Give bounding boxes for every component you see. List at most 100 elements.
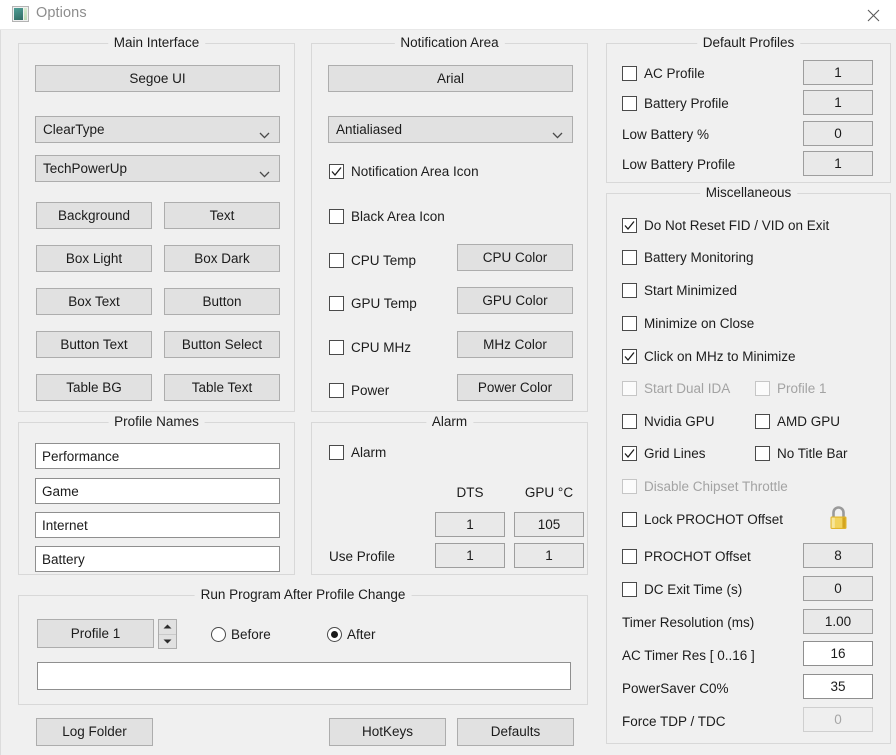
dc-exit-time-value[interactable]: 0 [803, 576, 873, 601]
checkbox-dual-ida-profile: Profile 1 [755, 379, 827, 397]
smoothing-combo[interactable]: Antialiased [328, 116, 573, 143]
checkbox-start-minimized[interactable]: Start Minimized [622, 281, 737, 299]
group-main-interface: Main Interface Segoe UI ClearType TechPo… [18, 35, 295, 412]
checkbox-alarm-enable[interactable]: Alarm [329, 443, 386, 461]
checkbox-ac-profile[interactable]: AC Profile [622, 64, 705, 82]
checkbox-start-dual-ida: Start Dual IDA [622, 379, 730, 397]
timer-resolution-value[interactable]: 1.00 [803, 609, 873, 634]
force-tdp-tdc-value: 0 [803, 707, 873, 732]
radio-label: After [347, 626, 376, 642]
checkbox-dc-exit-time[interactable]: DC Exit Time (s) [622, 580, 742, 598]
run-program-profile-spinner[interactable] [158, 619, 177, 649]
close-icon[interactable] [850, 0, 896, 30]
hotkeys-button[interactable]: HotKeys [329, 718, 446, 746]
checkbox-label: Click on MHz to Minimize [644, 348, 796, 364]
defaults-button[interactable]: Defaults [457, 718, 574, 746]
color-button-text[interactable]: Text [164, 202, 280, 229]
spinner-up-arrow[interactable] [159, 620, 176, 635]
checkbox-box [622, 249, 637, 265]
checkbox-label: No Title Bar [777, 445, 848, 461]
color-button-box-light[interactable]: Box Light [36, 245, 152, 272]
checkbox-label: AMD GPU [777, 413, 841, 429]
mhz-color-button[interactable]: MHz Color [457, 331, 573, 358]
checkbox-box [755, 413, 770, 429]
radio-before[interactable]: Before [211, 625, 271, 643]
low-battery-percent-value[interactable]: 0 [803, 121, 873, 146]
checkbox-nvidia-gpu[interactable]: Nvidia GPU [622, 412, 715, 430]
checkbox-box [622, 511, 637, 527]
checkbox-box [622, 217, 637, 233]
checkbox-battery-monitoring[interactable]: Battery Monitoring [622, 248, 754, 266]
checkbox-battery-profile[interactable]: Battery Profile [622, 94, 729, 112]
run-program-path-input[interactable] [37, 662, 571, 690]
alarm-use-profile-gpu[interactable]: 1 [514, 543, 584, 568]
profile-name-input-1[interactable]: Performance [35, 443, 280, 469]
log-folder-button[interactable]: Log Folder [36, 718, 153, 746]
checkbox-box [622, 478, 637, 494]
cpu-color-button[interactable]: CPU Color [457, 244, 573, 271]
checkbox-label: PROCHOT Offset [644, 548, 751, 564]
checkbox-minimize-on-close[interactable]: Minimize on Close [622, 314, 754, 332]
checkbox-label: AC Profile [644, 65, 705, 81]
checkbox-amd-gpu[interactable]: AMD GPU [755, 412, 840, 430]
alarm-threshold-dts[interactable]: 1 [435, 512, 505, 537]
checkbox-box [622, 445, 637, 461]
group-run-program-after-profile-change: Run Program After Profile Change Profile… [18, 587, 588, 705]
color-button-button[interactable]: Button [164, 288, 280, 315]
color-button-table-text[interactable]: Table Text [164, 374, 280, 401]
checkbox-do-not-reset-fid-vid[interactable]: Do Not Reset FID / VID on Exit [622, 216, 829, 234]
profile-name-input-4[interactable]: Battery [35, 546, 280, 572]
checkbox-label: Battery Profile [644, 95, 729, 111]
title-bar: Options [0, 0, 896, 30]
color-button-button-select[interactable]: Button Select [164, 331, 280, 358]
checkbox-click-on-mhz-to-minimize[interactable]: Click on MHz to Minimize [622, 347, 796, 365]
profile-name-input-3[interactable]: Internet [35, 512, 280, 538]
run-program-profile-button[interactable]: Profile 1 [37, 619, 154, 648]
color-button-background[interactable]: Background [36, 202, 152, 229]
group-legend-notification-area: Notification Area [394, 35, 505, 50]
checkbox-gpu-temp[interactable]: GPU Temp [329, 294, 417, 312]
label-ac-timer-res: AC Timer Res [ 0..16 ] [622, 647, 755, 663]
alarm-use-profile-dts[interactable]: 1 [435, 543, 505, 568]
checkbox-label: Start Minimized [644, 282, 738, 298]
checkbox-prochot-offset[interactable]: PROCHOT Offset [622, 547, 751, 565]
notification-font-button[interactable]: Arial [328, 65, 573, 92]
checkbox-grid-lines[interactable]: Grid Lines [622, 444, 706, 462]
color-button-button-text[interactable]: Button Text [36, 331, 152, 358]
alarm-threshold-gpu[interactable]: 105 [514, 512, 584, 537]
checkbox-notification-area-icon[interactable]: Notification Area Icon [329, 162, 479, 180]
low-battery-profile-value[interactable]: 1 [803, 151, 873, 176]
checkbox-power[interactable]: Power [329, 381, 389, 399]
alarm-column-header-gpu: GPU °C [524, 484, 574, 500]
font-rendering-combo[interactable]: ClearType [35, 116, 280, 143]
checkbox-cpu-mhz[interactable]: CPU MHz [329, 338, 411, 356]
prochot-offset-value[interactable]: 8 [803, 543, 873, 568]
main-font-button[interactable]: Segoe UI [35, 65, 280, 92]
color-button-box-dark[interactable]: Box Dark [164, 245, 280, 272]
checkbox-lock-prochot-offset[interactable]: Lock PROCHOT Offset [622, 510, 783, 528]
checkbox-black-area-icon[interactable]: Black Area Icon [329, 207, 445, 225]
gpu-color-button[interactable]: GPU Color [457, 287, 573, 314]
color-button-box-text[interactable]: Box Text [36, 288, 152, 315]
checkbox-box [622, 282, 637, 298]
checkbox-cpu-temp[interactable]: CPU Temp [329, 251, 416, 269]
radio-after[interactable]: After [327, 625, 376, 643]
profile-name-input-2[interactable]: Game [35, 478, 280, 504]
battery-profile-value[interactable]: 1 [803, 90, 873, 115]
label-low-battery-percent: Low Battery % [622, 126, 710, 142]
spinner-down-arrow[interactable] [159, 635, 176, 649]
label-timer-resolution: Timer Resolution (ms) [622, 614, 755, 630]
color-button-table-bg[interactable]: Table BG [36, 374, 152, 401]
group-legend-miscellaneous: Miscellaneous [699, 185, 798, 200]
ac-timer-res-input[interactable]: 16 [803, 641, 873, 666]
checkbox-box [622, 380, 637, 396]
checkbox-box [622, 65, 637, 81]
checkbox-box [755, 380, 770, 396]
power-color-button[interactable]: Power Color [457, 374, 573, 401]
checkbox-box [329, 295, 344, 311]
checkbox-label: Black Area Icon [351, 208, 445, 224]
ac-profile-value[interactable]: 1 [803, 60, 873, 85]
powersaver-c0-input[interactable]: 35 [803, 674, 873, 699]
checkbox-no-title-bar[interactable]: No Title Bar [755, 444, 848, 462]
theme-combo[interactable]: TechPowerUp [35, 155, 280, 182]
